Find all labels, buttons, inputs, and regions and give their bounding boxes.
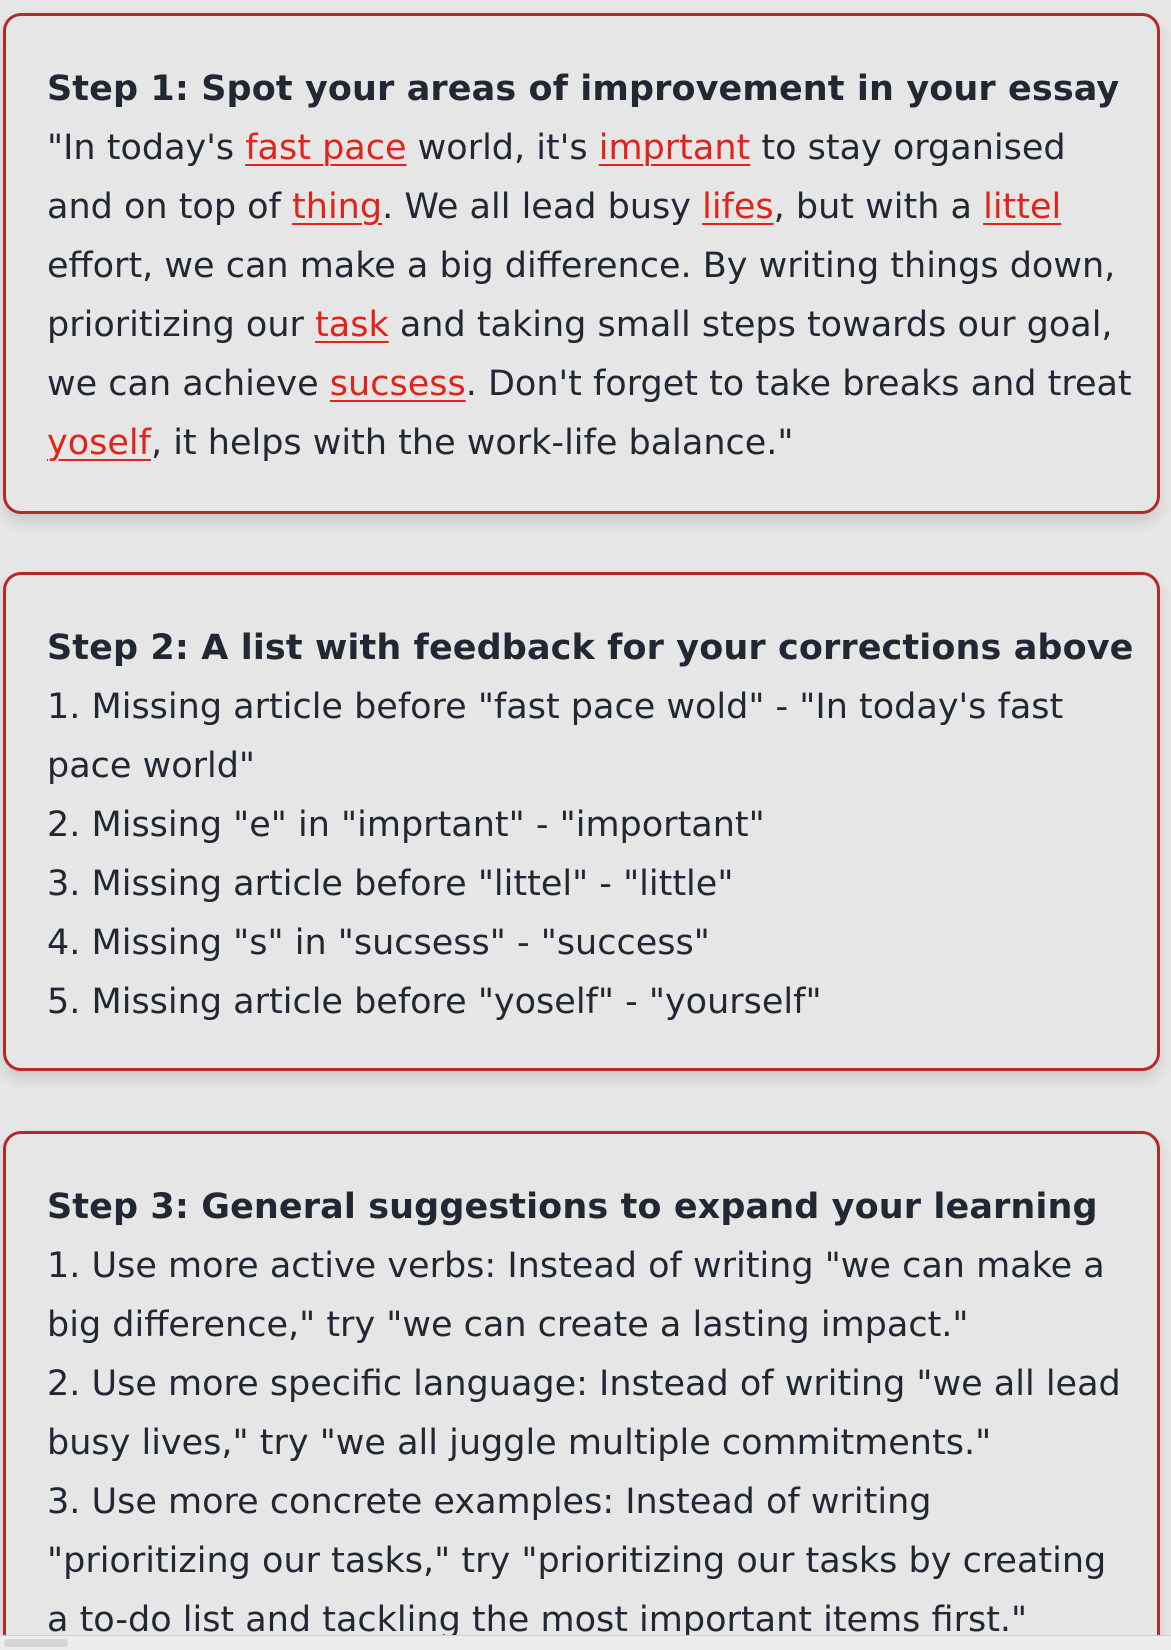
error-word: imprtant — [598, 128, 751, 168]
feedback-item: 1. Missing article before "fast pace wol… — [47, 687, 1064, 786]
step3-suggestions-list: 1. Use more active verbs: Instead of wri… — [47, 1237, 1137, 1650]
essay-text-segment: . Don't forget to take breaks and treat — [465, 364, 1132, 404]
error-word: task — [315, 305, 389, 345]
error-word: fast pace — [245, 128, 407, 168]
error-word: lifes — [702, 187, 774, 227]
essay-text-segment: world, it's — [406, 128, 599, 168]
feedback-item: 4. Missing "s" in "sucsess" - "success" — [47, 923, 710, 963]
essay-text-segment: "In today's — [47, 128, 246, 168]
feedback-item: 5. Missing article before "yoself" - "yo… — [47, 982, 822, 1022]
error-word: sucsess — [329, 364, 466, 404]
horizontal-scrollbar[interactable] — [0, 1635, 1171, 1650]
suggestion-item: 2. Use more specific language: Instead o… — [47, 1364, 1121, 1463]
step1-title: Step 1: Spot your areas of improvement i… — [47, 69, 1120, 109]
error-word: thing — [292, 187, 383, 227]
essay-text-segment: . We all lead busy — [382, 187, 703, 227]
step2-feedback-list: 1. Missing article before "fast pace wol… — [47, 678, 1137, 1032]
error-word: yoself — [47, 423, 151, 463]
essay-text-segment: , but with a — [773, 187, 984, 227]
feedback-item: 2. Missing "e" in "imprtant" - "importan… — [47, 805, 765, 845]
step2-card: Step 2: A list with feedback for your co… — [3, 572, 1160, 1071]
scrollbar-thumb[interactable] — [4, 1639, 68, 1647]
step2-title: Step 2: A list with feedback for your co… — [47, 628, 1134, 668]
step3-title: Step 3: General suggestions to expand yo… — [47, 1187, 1098, 1227]
error-word: littel — [983, 187, 1062, 227]
step1-essay-text: "In today's fast pace world, it's imprta… — [47, 119, 1137, 473]
step3-card: Step 3: General suggestions to expand yo… — [3, 1131, 1160, 1650]
essay-text-segment: , it helps with the work-life balance." — [150, 423, 794, 463]
feedback-item: 3. Missing article before "littel" - "li… — [47, 864, 734, 904]
suggestion-item: 1. Use more active verbs: Instead of wri… — [47, 1246, 1105, 1345]
step1-card: Step 1: Spot your areas of improvement i… — [3, 13, 1160, 514]
suggestion-item: 3. Use more concrete examples: Instead o… — [47, 1482, 1107, 1640]
